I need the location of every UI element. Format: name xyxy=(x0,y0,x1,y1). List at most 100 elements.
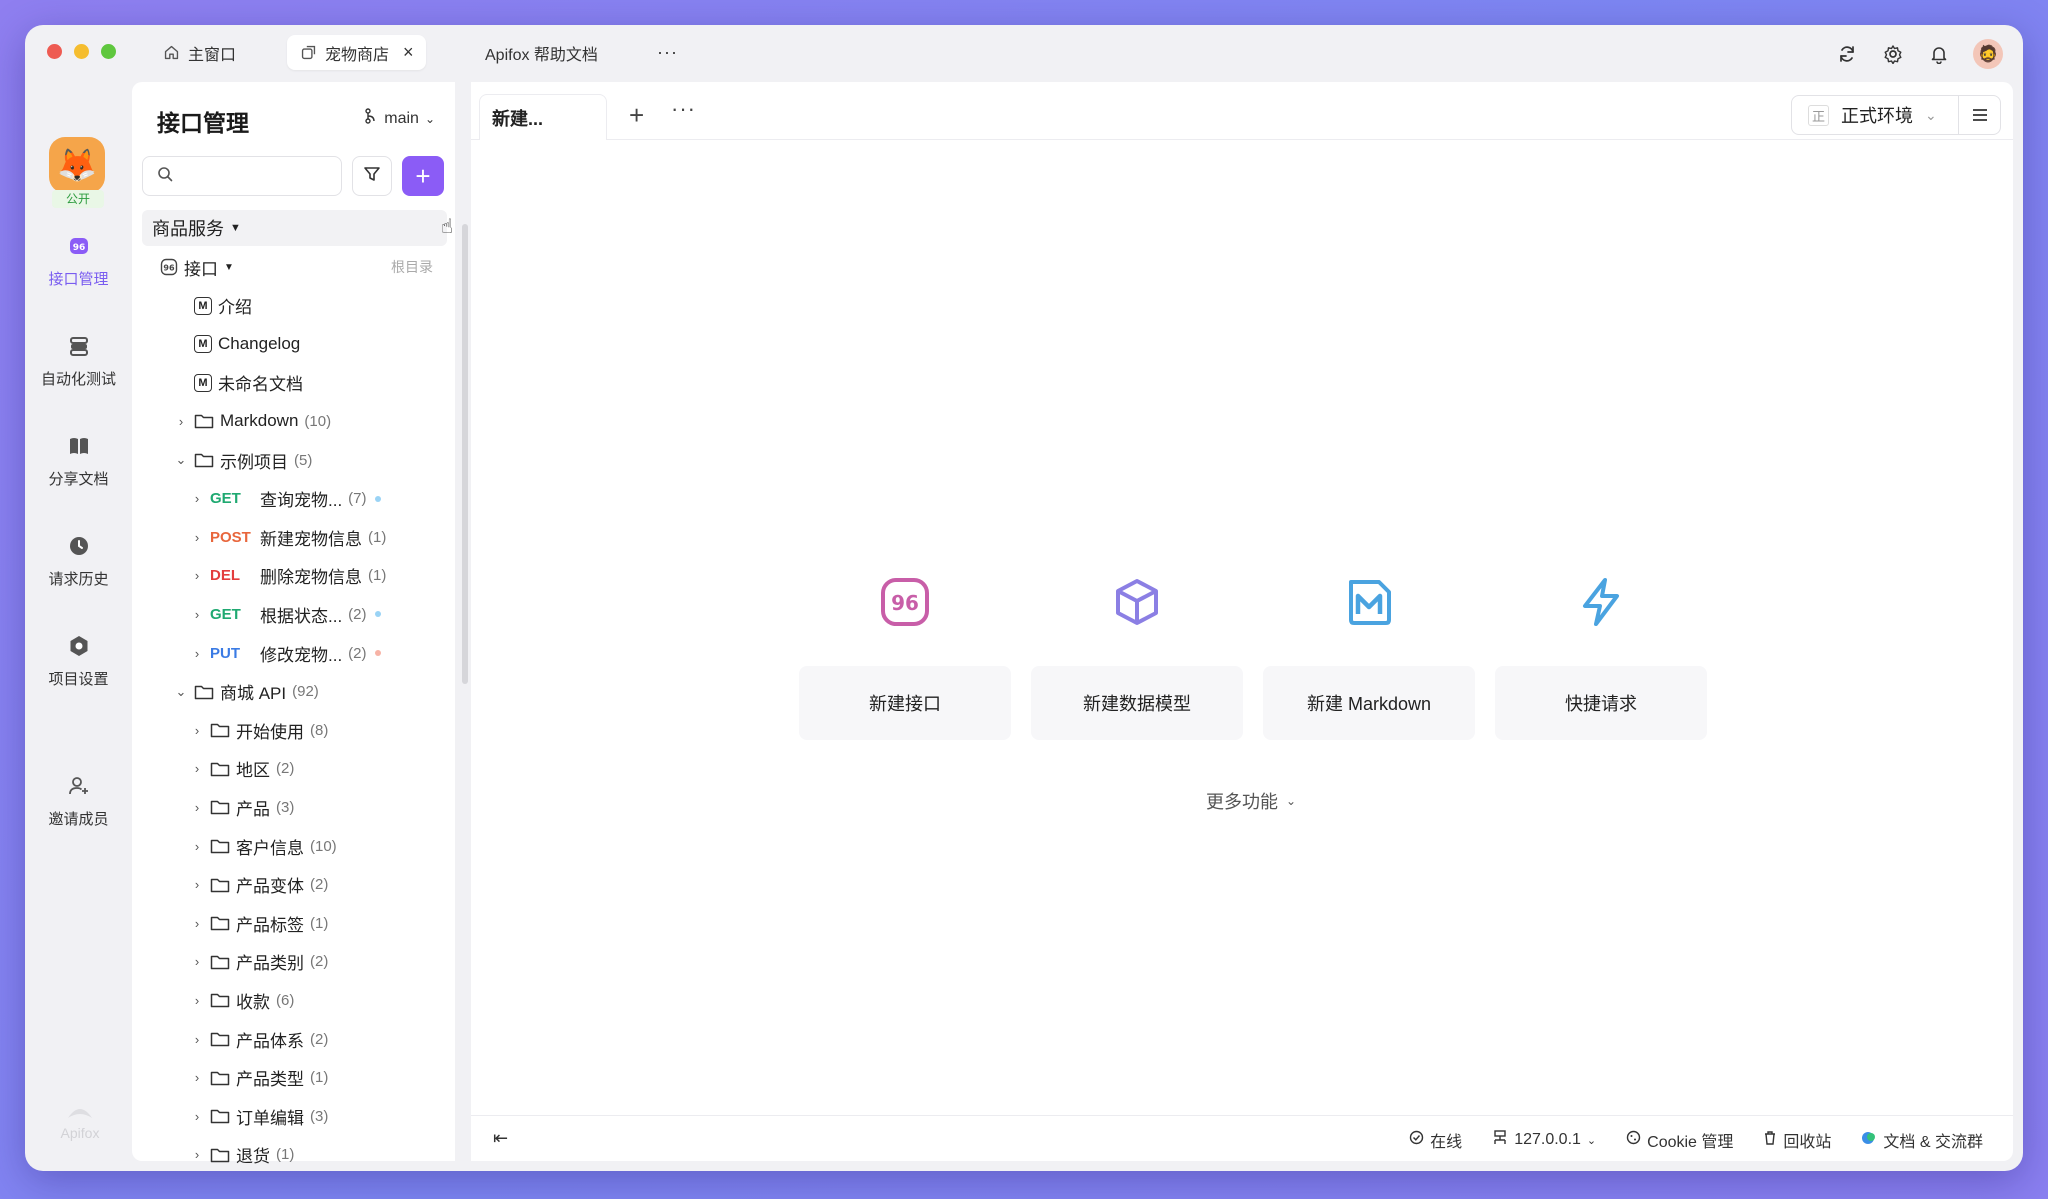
tree-subfolder[interactable]: › 产品类别 (2) xyxy=(132,943,455,981)
folder-icon xyxy=(194,413,214,429)
tree-doc-item[interactable]: M 介绍 xyxy=(132,287,455,325)
search-box[interactable] xyxy=(142,156,342,196)
chevron-right-icon[interactable]: › xyxy=(190,1147,204,1162)
chevron-right-icon[interactable]: › xyxy=(190,954,204,969)
rail-item-invite[interactable]: 邀请成员 xyxy=(25,772,132,829)
more-features-toggle[interactable]: 更多功能 ⌄ xyxy=(1206,788,1296,814)
tree-doc-item[interactable]: M 未命名文档 xyxy=(132,364,455,402)
app-footer-label: Apifox xyxy=(60,1125,100,1141)
chevron-right-icon[interactable]: › xyxy=(190,916,204,931)
tree-subfolder[interactable]: › 退货 (1) xyxy=(132,1136,455,1171)
tree-api-endpoint[interactable]: › DEL 删除宠物信息 (1) xyxy=(132,557,455,595)
network-icon xyxy=(1492,1129,1508,1151)
clock-icon xyxy=(65,532,93,560)
filter-button[interactable] xyxy=(352,156,392,196)
plus-icon: + xyxy=(415,160,431,191)
tree-subfolder[interactable]: › 地区 (2) xyxy=(132,750,455,788)
trash-bin[interactable]: 回收站 xyxy=(1763,1128,1831,1152)
chevron-right-icon[interactable]: › xyxy=(190,761,204,776)
online-label: 在线 xyxy=(1430,1134,1463,1151)
host-selector[interactable]: 127.0.0.1 ⌄ xyxy=(1492,1129,1596,1151)
chevron-right-icon[interactable]: › xyxy=(190,993,204,1008)
tree-subfolder[interactable]: › 产品 (3) xyxy=(132,788,455,826)
tree-api-endpoint[interactable]: › POST 新建宠物信息 (1) xyxy=(132,518,455,556)
docs-community[interactable]: 文档 & 交流群 xyxy=(1861,1128,1983,1152)
rail-item-share-docs[interactable]: 分享文档 xyxy=(25,432,132,489)
markdown-doc-icon: M xyxy=(194,335,212,354)
gear-icon[interactable] xyxy=(1881,42,1905,66)
cookie-manager[interactable]: Cookie 管理 xyxy=(1626,1128,1733,1152)
window-tab-pet-store[interactable]: 宠物商店 × xyxy=(287,35,426,70)
tab-more-button[interactable]: ··· xyxy=(671,96,696,122)
chevron-right-icon[interactable]: › xyxy=(190,839,204,854)
new-api-action[interactable]: 96 新建接口 xyxy=(799,542,1011,782)
tree-folder[interactable]: ⌄ 示例项目 (5) xyxy=(132,441,455,479)
rail-item-api-management[interactable]: 96 接口管理 xyxy=(25,232,132,289)
search-input[interactable] xyxy=(181,167,331,185)
tree-group[interactable]: 96 接口 ▼ 根目录 xyxy=(132,248,455,286)
chevron-right-icon[interactable]: › xyxy=(190,877,204,892)
window-tab-help[interactable]: Apifox 帮助文档 xyxy=(473,35,610,70)
zoom-window-button[interactable] xyxy=(101,44,116,59)
trash-icon xyxy=(1763,1130,1777,1150)
environment-selector[interactable]: 正 正式环境 ⌄ xyxy=(1791,95,2001,135)
chevron-right-icon[interactable]: › xyxy=(190,723,204,738)
online-status[interactable]: 在线 xyxy=(1409,1128,1462,1152)
collapse-sidebar-icon[interactable]: ⇤ xyxy=(493,1128,508,1149)
tree-subfolder[interactable]: › 订单编辑 (3) xyxy=(132,1097,455,1135)
chevron-right-icon[interactable]: › xyxy=(190,1032,204,1047)
sidebar-scrollbar[interactable] xyxy=(462,224,468,684)
chevron-right-icon[interactable]: › xyxy=(190,800,204,815)
tree-subfolder[interactable]: › 产品类型 (1) xyxy=(132,1059,455,1097)
more-tabs-button[interactable]: ··· xyxy=(645,35,690,70)
tree-subfolder[interactable]: › 产品体系 (2) xyxy=(132,1020,455,1058)
menu-icon[interactable] xyxy=(1958,96,2000,134)
chevron-down-icon[interactable]: ⌄ xyxy=(174,684,188,700)
refresh-icon[interactable] xyxy=(1835,42,1859,66)
project-logo[interactable]: 🦊 xyxy=(49,137,105,193)
tree-api-endpoint[interactable]: › GET 查询宠物... (7) xyxy=(132,480,455,518)
chevron-right-icon[interactable]: › xyxy=(190,1109,204,1124)
tree-subfolder[interactable]: › 客户信息 (10) xyxy=(132,827,455,865)
service-selector[interactable]: 商品服务 ▼ ☝ xyxy=(142,210,453,246)
chevron-right-icon[interactable]: › xyxy=(190,646,204,661)
host-label: 127.0.0.1 xyxy=(1514,1131,1581,1148)
quick-request-action[interactable]: 快捷请求 xyxy=(1495,542,1707,782)
close-window-button[interactable] xyxy=(47,44,62,59)
tree-subfolder[interactable]: › 产品标签 (1) xyxy=(132,904,455,942)
rail-item-settings[interactable]: 项目设置 xyxy=(25,632,132,689)
new-markdown-action[interactable]: 新建 Markdown xyxy=(1263,542,1475,782)
tab-new[interactable]: 新建... xyxy=(479,94,607,140)
tree-doc-item[interactable]: M Changelog xyxy=(132,325,455,363)
chevron-right-icon[interactable]: › xyxy=(190,568,204,583)
new-tab-button[interactable]: + xyxy=(629,100,644,131)
tree-count: (2) xyxy=(348,605,367,623)
close-icon[interactable]: × xyxy=(403,42,414,63)
new-data-model-action[interactable]: 新建数据模型 xyxy=(1031,542,1243,782)
chevron-right-icon[interactable]: › xyxy=(174,414,188,429)
chevron-right-icon[interactable]: › xyxy=(190,607,204,622)
branch-selector[interactable]: main ⌄ xyxy=(364,108,435,129)
chevron-right-icon[interactable]: › xyxy=(190,530,204,545)
tree-subfolder[interactable]: › 产品变体 (2) xyxy=(132,866,455,904)
tree-subfolder[interactable]: › 开始使用 (8) xyxy=(132,711,455,749)
tree-folder[interactable]: › Markdown (10) xyxy=(132,402,455,440)
tree-subfolder[interactable]: › 收款 (6) xyxy=(132,981,455,1019)
rail-item-automation[interactable]: 自动化测试 xyxy=(25,332,132,389)
tree-count: (3) xyxy=(276,798,295,816)
add-button[interactable]: + xyxy=(402,156,444,196)
status-dot xyxy=(374,495,381,502)
tree-folder[interactable]: ⌄ 商城 API (92) xyxy=(132,673,455,711)
window-tab-home[interactable]: 主窗口 xyxy=(150,35,248,70)
tree-api-endpoint[interactable]: › PUT 修改宠物... (2) xyxy=(132,634,455,672)
user-avatar[interactable]: 🧔 xyxy=(1973,39,2003,69)
chevron-right-icon[interactable]: › xyxy=(190,1070,204,1085)
folder-icon xyxy=(210,1108,230,1124)
status-dot xyxy=(374,650,381,656)
bell-icon[interactable] xyxy=(1927,42,1951,66)
chevron-down-icon[interactable]: ⌄ xyxy=(174,452,188,468)
tree-api-endpoint[interactable]: › GET 根据状态... (2) xyxy=(132,595,455,633)
chevron-right-icon[interactable]: › xyxy=(190,491,204,506)
minimize-window-button[interactable] xyxy=(74,44,89,59)
rail-item-history[interactable]: 请求历史 xyxy=(25,532,132,589)
